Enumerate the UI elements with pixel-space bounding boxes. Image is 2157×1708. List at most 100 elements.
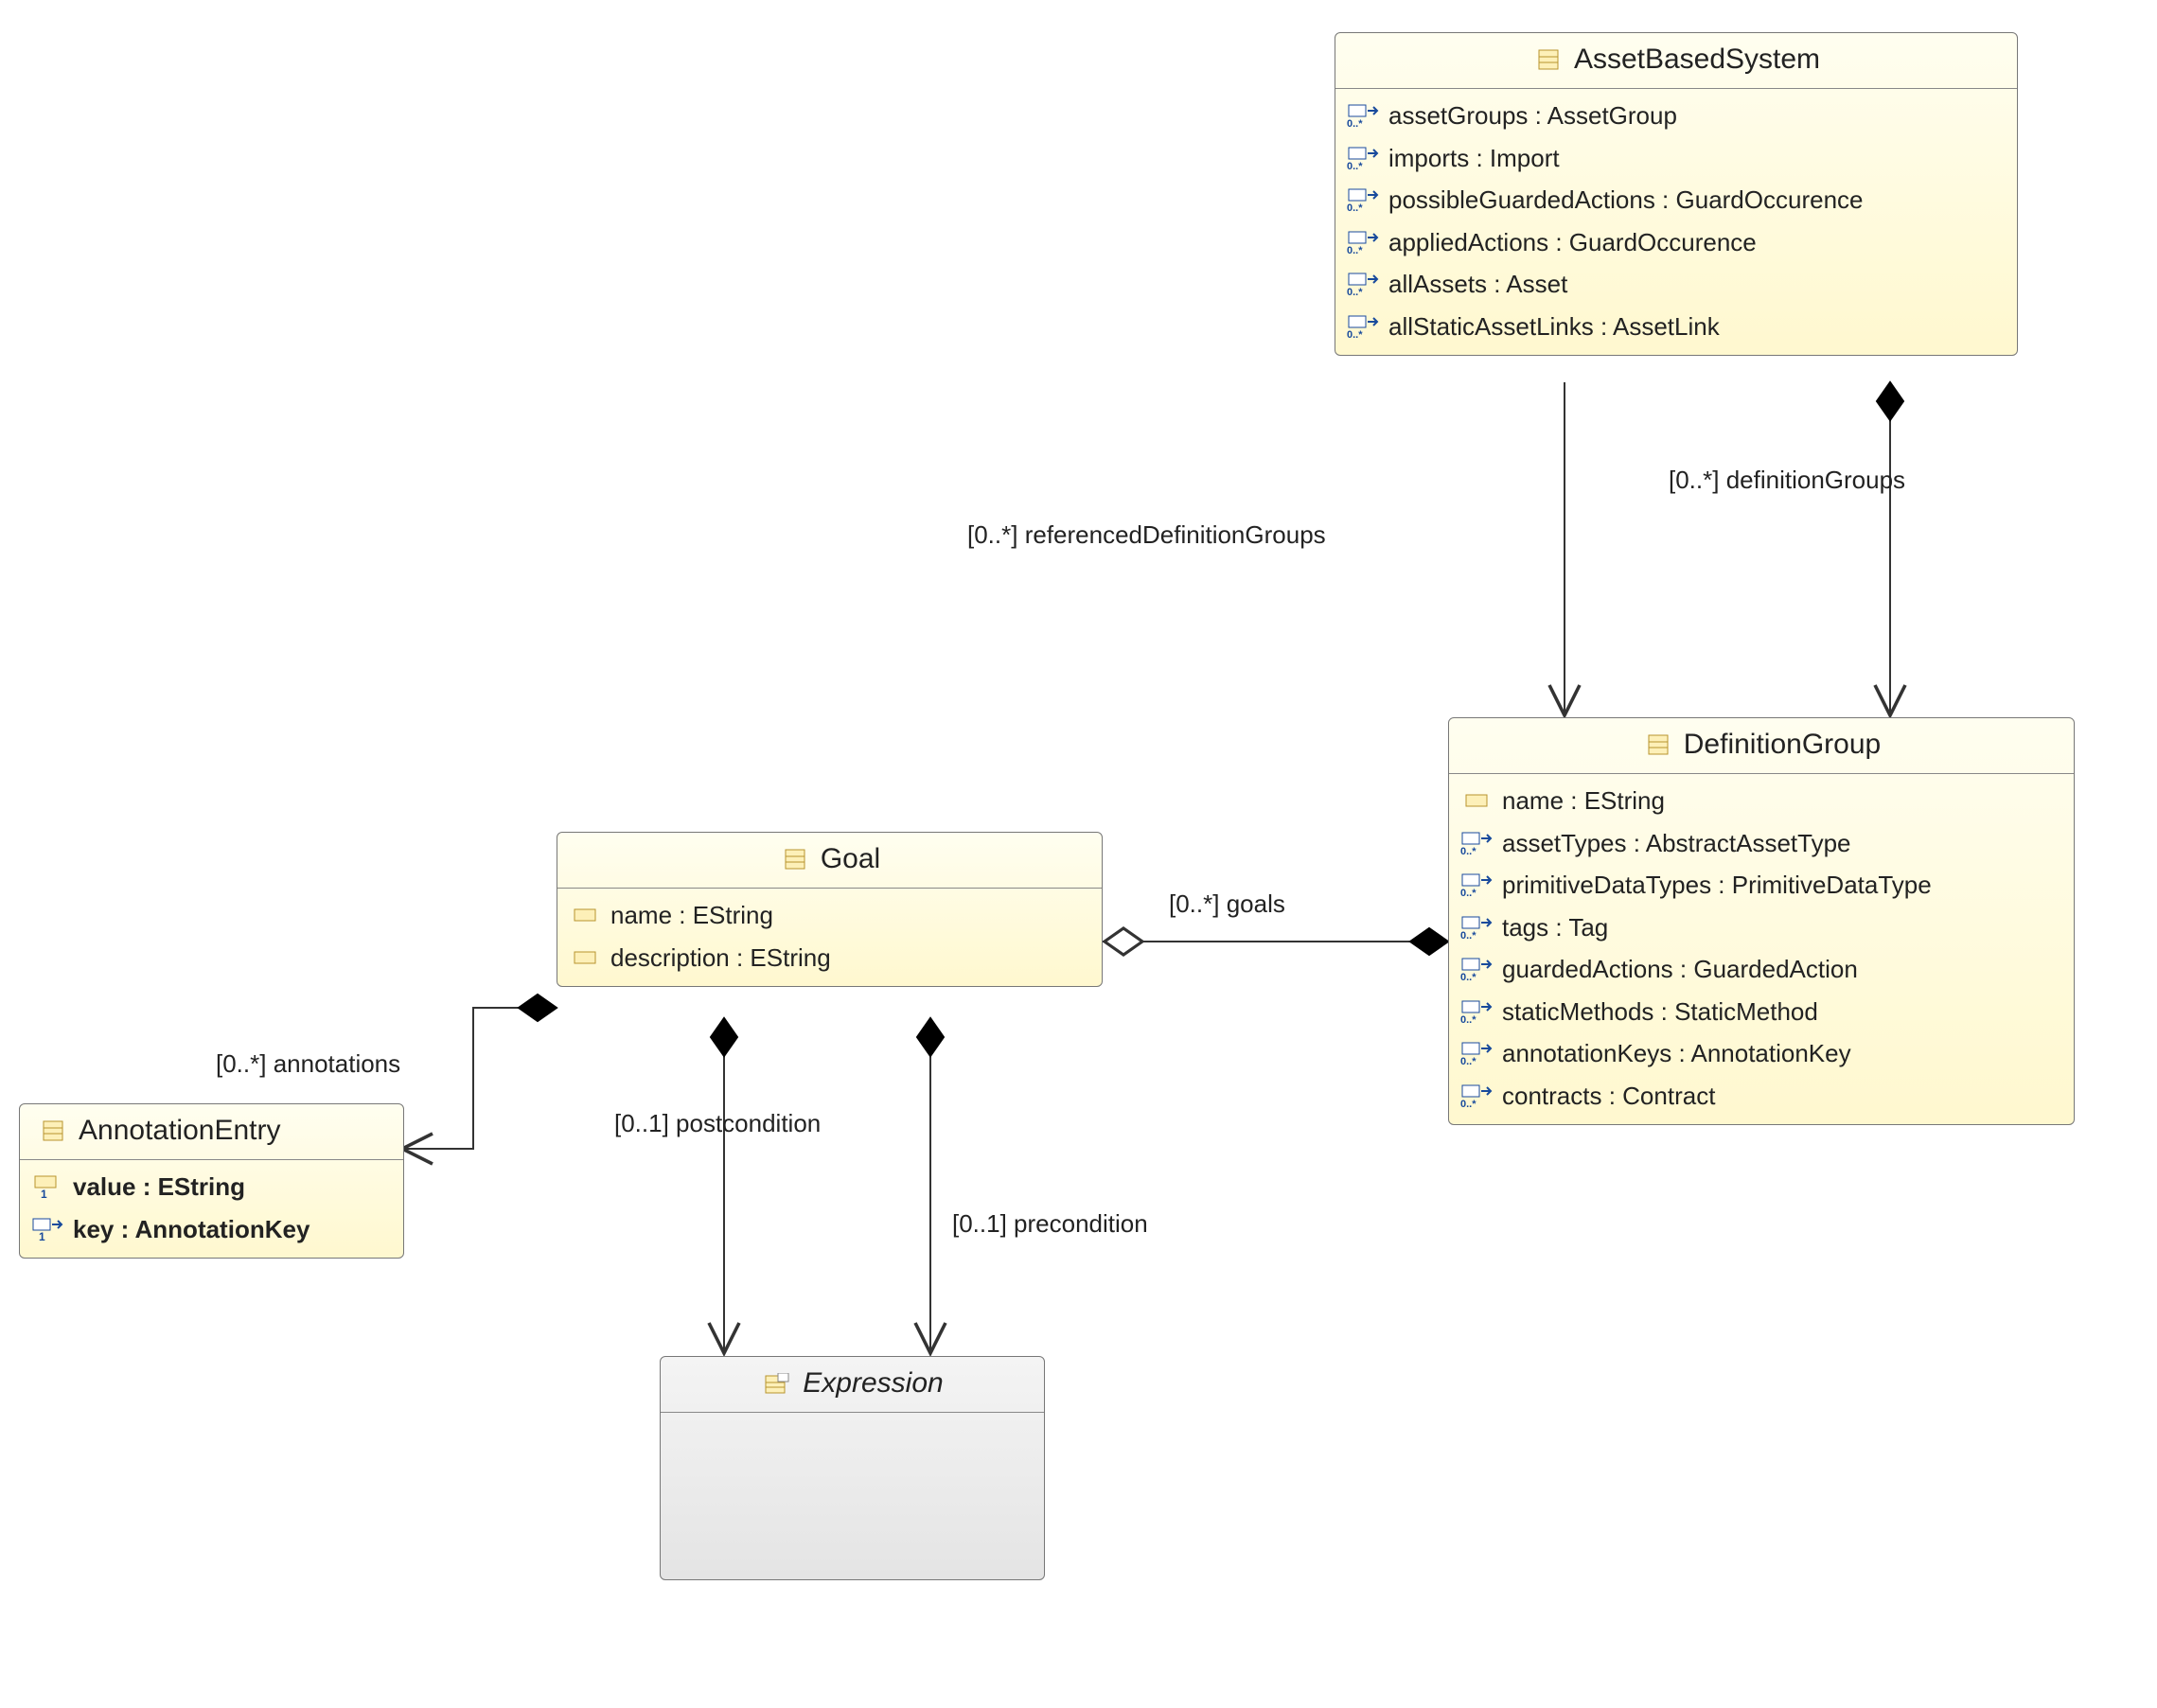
ref-many-icon: 0..* xyxy=(1347,271,1379,297)
label-postcondition: [0..1] postcondition xyxy=(614,1109,821,1138)
class-header-Expression: Expression xyxy=(661,1357,1044,1413)
class-name: DefinitionGroup xyxy=(1684,728,1881,762)
class-name: AnnotationEntry xyxy=(79,1114,280,1148)
attr-text: allStaticAssetLinks : AssetLink xyxy=(1388,311,1720,343)
edge-annotations xyxy=(402,1008,557,1149)
svg-text:0..*: 0..* xyxy=(1460,1056,1476,1065)
attr-text: assetTypes : AbstractAssetType xyxy=(1502,828,1851,859)
attr-text: tags : Tag xyxy=(1502,912,1608,943)
class-name: Goal xyxy=(821,842,880,876)
class-body-AssetBasedSystem: 0..* assetGroups : AssetGroup 0..* impor… xyxy=(1335,89,2017,355)
attr-text: name : EString xyxy=(610,900,773,931)
class-header-Goal: Goal xyxy=(557,833,1102,889)
ref-many-icon: 0..* xyxy=(1347,313,1379,340)
attr-row: 0..* possibleGuardedActions : GuardOccur… xyxy=(1335,179,2017,221)
attr-row: 0..* allStaticAssetLinks : AssetLink xyxy=(1335,306,2017,348)
attr-row: name : EString xyxy=(1449,780,2074,822)
attr-text: key : AnnotationKey xyxy=(73,1214,309,1245)
attr-text: annotationKeys : AnnotationKey xyxy=(1502,1038,1851,1069)
attr-one-icon: 1 xyxy=(31,1173,63,1200)
ref-many-icon: 0..* xyxy=(1460,872,1493,898)
class-header-DefinitionGroup: DefinitionGroup xyxy=(1449,718,2074,774)
attr-text: allAssets : Asset xyxy=(1388,269,1567,300)
package-class-icon xyxy=(761,1370,793,1397)
ref-many-icon: 0..* xyxy=(1347,229,1379,255)
attr-text: appliedActions : GuardOccurence xyxy=(1388,227,1757,258)
svg-text:0..*: 0..* xyxy=(1460,930,1476,940)
ref-many-icon: 0..* xyxy=(1460,1083,1493,1109)
ref-many-icon: 0..* xyxy=(1460,1040,1493,1066)
attr-row: description : EString xyxy=(557,937,1102,979)
attr-row: 0..* assetGroups : AssetGroup xyxy=(1335,95,2017,137)
attr-row: 0..* tags : Tag xyxy=(1449,907,2074,949)
attr-text: name : EString xyxy=(1502,785,1665,817)
svg-text:0..*: 0..* xyxy=(1460,972,1476,981)
ref-many-icon: 0..* xyxy=(1347,145,1379,171)
ref-many-icon: 0..* xyxy=(1460,956,1493,982)
class-Goal: Goal name : EString description : EStrin… xyxy=(557,832,1103,987)
attr-text: value : EString xyxy=(73,1171,245,1203)
attr-text: assetGroups : AssetGroup xyxy=(1388,100,1677,132)
label-goals: [0..*] goals xyxy=(1169,889,1285,919)
svg-text:0..*: 0..* xyxy=(1347,118,1363,128)
svg-text:0..*: 0..* xyxy=(1460,1099,1476,1108)
class-body-Expression xyxy=(661,1413,1044,1580)
svg-text:1: 1 xyxy=(41,1188,47,1199)
attr-text: staticMethods : StaticMethod xyxy=(1502,996,1818,1028)
attr-row: 0..* annotationKeys : AnnotationKey xyxy=(1449,1032,2074,1075)
attr-row: 0..* appliedActions : GuardOccurence xyxy=(1335,221,2017,264)
label-annotations: [0..*] annotations xyxy=(216,1049,400,1079)
class-name: Expression xyxy=(803,1366,943,1400)
attr-row: 0..* contracts : Contract xyxy=(1449,1075,2074,1118)
attr-text: possibleGuardedActions : GuardOccurence xyxy=(1388,185,1864,216)
class-body-AnnotationEntry: 1 value : EString 1 key : AnnotationKey xyxy=(20,1160,403,1258)
ref-many-icon: 0..* xyxy=(1347,186,1379,213)
class-icon xyxy=(1532,46,1565,73)
ref-many-icon: 0..* xyxy=(1460,914,1493,941)
svg-text:0..*: 0..* xyxy=(1347,287,1363,296)
class-DefinitionGroup: DefinitionGroup name : EString 0..* asse… xyxy=(1448,717,2075,1125)
attr-text: description : EString xyxy=(610,942,831,974)
attr-row: name : EString xyxy=(557,894,1102,937)
attr-row: 0..* guardedActions : GuardedAction xyxy=(1449,948,2074,991)
attr-row: 0..* imports : Import xyxy=(1335,137,2017,180)
class-icon xyxy=(1642,731,1674,758)
label-definitionGroups: [0..*] definitionGroups xyxy=(1669,466,1905,495)
class-icon xyxy=(37,1118,69,1144)
attr-row: 1 value : EString xyxy=(20,1166,403,1208)
attr-row: 0..* allAssets : Asset xyxy=(1335,263,2017,306)
class-header-AnnotationEntry: AnnotationEntry xyxy=(20,1104,403,1160)
label-referencedDefinitionGroups: [0..*] referencedDefinitionGroups xyxy=(967,520,1326,550)
svg-text:1: 1 xyxy=(39,1230,45,1241)
attr-row: 0..* assetTypes : AbstractAssetType xyxy=(1449,822,2074,865)
class-name: AssetBasedSystem xyxy=(1574,43,1820,77)
ref-many-icon: 0..* xyxy=(1460,998,1493,1025)
svg-text:0..*: 0..* xyxy=(1347,329,1363,339)
ref-many-icon: 0..* xyxy=(1347,102,1379,129)
class-AnnotationEntry: AnnotationEntry 1 value : EString 1 key … xyxy=(19,1103,404,1259)
label-precondition: [0..1] precondition xyxy=(952,1209,1148,1239)
attr-text: contracts : Contract xyxy=(1502,1081,1715,1112)
attr-text: imports : Import xyxy=(1388,143,1560,174)
svg-text:0..*: 0..* xyxy=(1347,161,1363,170)
class-icon xyxy=(779,846,811,872)
class-Expression: Expression xyxy=(660,1356,1045,1580)
uml-diagram-canvas: [0..*] referencedDefinitionGroups [0..*]… xyxy=(0,0,2157,1708)
ref-one-icon: 1 xyxy=(31,1216,63,1242)
class-header-AssetBasedSystem: AssetBasedSystem xyxy=(1335,33,2017,89)
svg-text:0..*: 0..* xyxy=(1460,888,1476,897)
ref-many-icon: 0..* xyxy=(1460,830,1493,856)
attr-row: 0..* primitiveDataTypes : PrimitiveDataT… xyxy=(1449,864,2074,907)
svg-text:0..*: 0..* xyxy=(1460,1014,1476,1024)
class-body-DefinitionGroup: name : EString 0..* assetTypes : Abstrac… xyxy=(1449,774,2074,1124)
svg-text:0..*: 0..* xyxy=(1347,245,1363,255)
attr-text: guardedActions : GuardedAction xyxy=(1502,954,1858,985)
attr-icon xyxy=(1460,787,1493,814)
attr-row: 1 key : AnnotationKey xyxy=(20,1208,403,1251)
attr-icon xyxy=(569,944,601,971)
class-AssetBasedSystem: AssetBasedSystem 0..* assetGroups : Asse… xyxy=(1335,32,2018,356)
attr-icon xyxy=(569,902,601,928)
class-body-Goal: name : EString description : EString xyxy=(557,889,1102,986)
svg-text:0..*: 0..* xyxy=(1460,846,1476,855)
attr-text: primitiveDataTypes : PrimitiveDataType xyxy=(1502,870,1932,901)
